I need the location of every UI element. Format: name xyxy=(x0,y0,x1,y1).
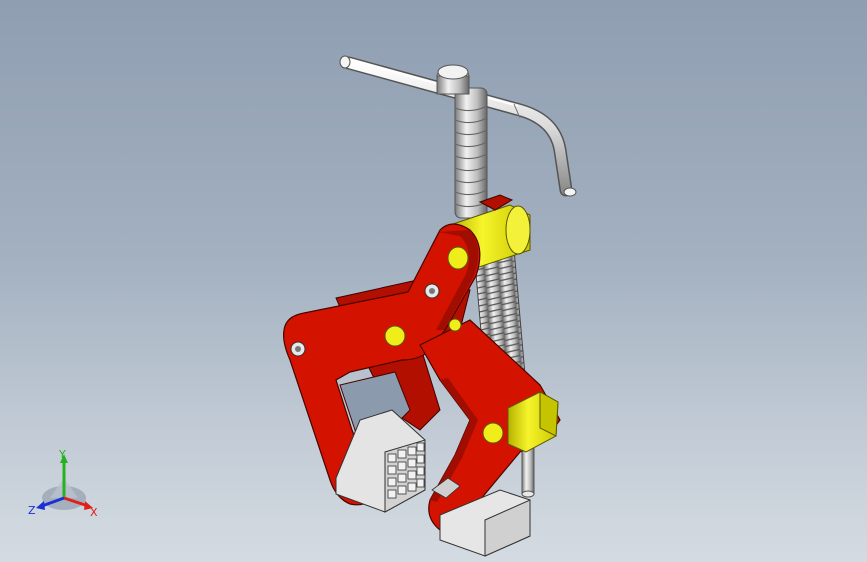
x-axis-label: X xyxy=(90,506,98,519)
z-axis-label: Z xyxy=(28,504,36,517)
view-orientation-triad: Y X Z xyxy=(28,448,98,519)
3d-viewport[interactable]: Y X Z xyxy=(0,0,867,562)
clamp-assembly-model[interactable] xyxy=(0,0,867,562)
y-axis-label: Y xyxy=(58,448,66,461)
